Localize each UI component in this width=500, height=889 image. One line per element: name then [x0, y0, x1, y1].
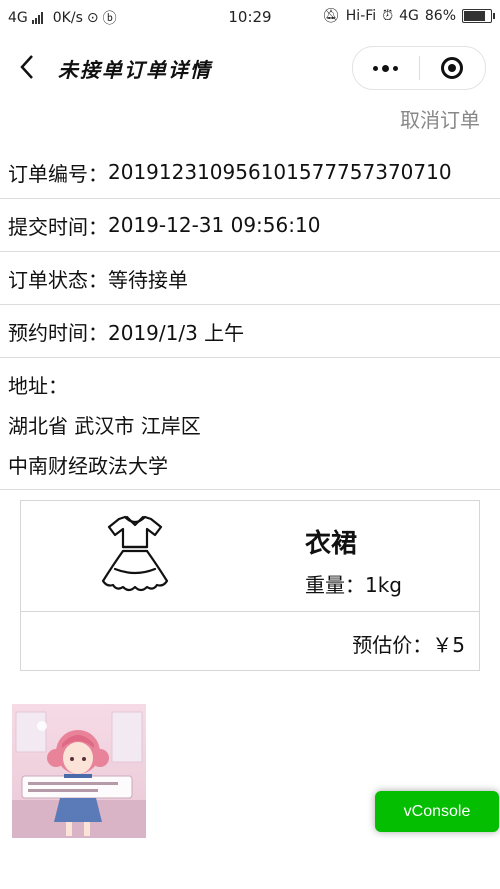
order-info: 订单编号： 201912310956101577757370710 提交时间： …	[0, 146, 500, 490]
anime-girl-image	[12, 704, 146, 838]
item-card-top: 衣裙 重量：1kg	[21, 501, 479, 612]
battery-percent: 86%	[424, 8, 456, 24]
vconsole-button[interactable]: vConsole	[375, 791, 499, 832]
order-status-value: 等待接单	[108, 267, 188, 292]
appoint-time-value: 2019/1/3 上午	[108, 320, 245, 345]
address-block: 地址： 湖北省 武汉市 江岸区 中南财经政法大学	[0, 358, 500, 490]
network-type-2: 4G	[399, 8, 419, 24]
address-line-2: 中南财经政法大学	[8, 454, 168, 478]
status-right: 🔕︎ Hi-Fi ⏰︎ 4G 86%	[322, 8, 495, 24]
alarm-icon: ⏰︎	[382, 8, 394, 24]
close-miniprogram-button[interactable]	[420, 47, 486, 89]
mute-icon: 🔕︎	[322, 8, 340, 24]
status-bar: 4G 0K/s ⊙ ⓑ 10:29 🔕︎ Hi-Fi ⏰︎ 4G 86%	[0, 0, 500, 34]
more-dots-icon	[373, 64, 399, 72]
item-weight: 重量：1kg	[305, 573, 403, 597]
address-label: 地址：	[8, 374, 68, 398]
target-icon	[441, 57, 464, 79]
appoint-time-label: 预约时间：	[8, 320, 108, 345]
item-name: 衣裙	[305, 529, 358, 559]
estimated-price: 预估价：￥5	[352, 633, 465, 657]
order-number-value: 201912310956101577757370710	[108, 160, 452, 184]
wifi-label: Hi-Fi	[345, 8, 377, 24]
more-button[interactable]	[353, 47, 419, 89]
submit-time-label: 提交时间：	[8, 214, 108, 239]
battery-fill	[464, 11, 485, 21]
appoint-time-row: 预约时间： 2019/1/3 上午	[0, 305, 500, 358]
order-number-row: 订单编号： 201912310956101577757370710	[0, 146, 500, 199]
order-status-row: 订单状态： 等待接单	[0, 252, 500, 305]
back-button[interactable]	[14, 52, 44, 82]
submit-time-row: 提交时间： 2019-12-31 09:56:10	[0, 199, 500, 252]
submit-time-value: 2019-12-31 09:56:10	[108, 213, 321, 237]
dress-icon	[101, 515, 169, 592]
nav-bar: 未接单订单详情	[0, 34, 500, 100]
cancel-order-button[interactable]: 取消订单	[400, 104, 480, 133]
address-line-1: 湖北省 武汉市 江岸区	[8, 414, 201, 438]
order-photo-thumbnail[interactable]	[12, 704, 146, 838]
order-number-label: 订单编号：	[8, 161, 108, 186]
page-title: 未接单订单详情	[58, 58, 212, 82]
item-card: 衣裙 重量：1kg 预估价：￥5	[20, 500, 480, 671]
battery-icon	[462, 9, 495, 23]
mini-program-capsule	[352, 46, 486, 90]
order-status-label: 订单状态：	[8, 267, 108, 292]
chevron-left-icon	[20, 55, 33, 79]
